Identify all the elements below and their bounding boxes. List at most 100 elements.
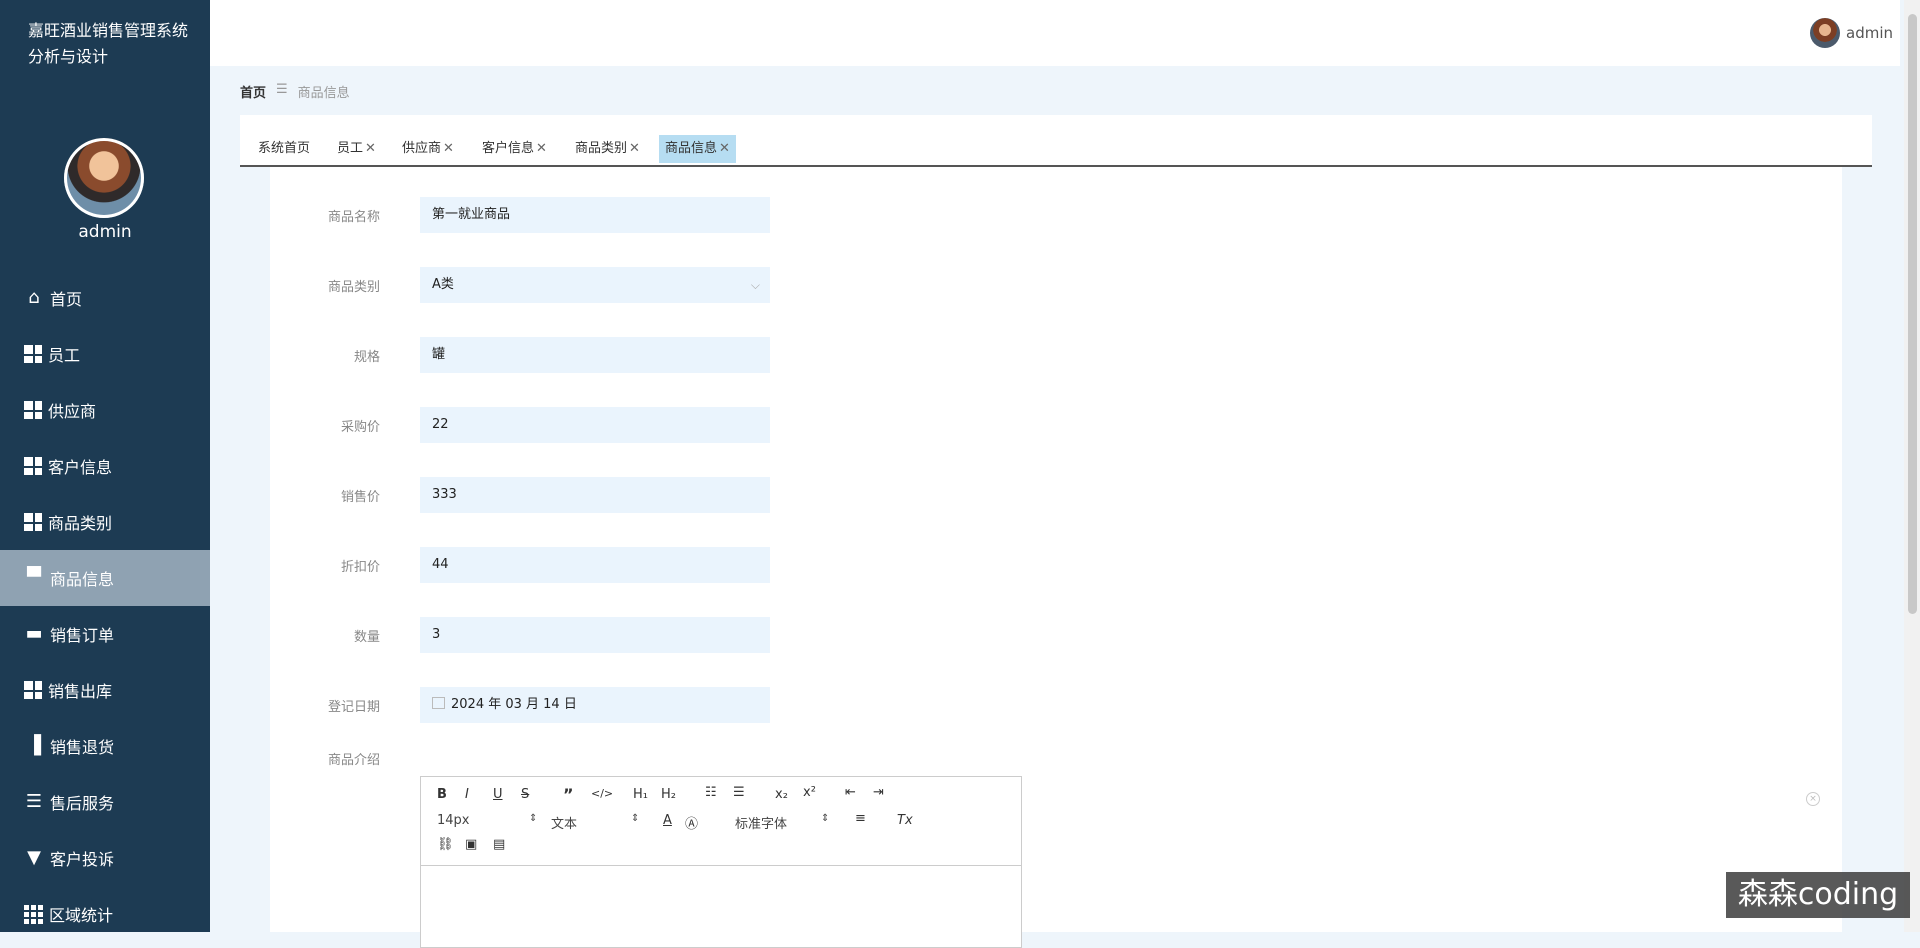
sidebar-item-label: 商品信息 xyxy=(50,570,115,589)
video-icon[interactable]: ▤ xyxy=(493,837,505,852)
quantity-input[interactable]: 3 xyxy=(420,617,770,653)
sidebar-item-label: 商品类别 xyxy=(48,514,113,533)
ordered-list-icon[interactable]: ☷ xyxy=(705,785,717,800)
field-label: 采购价 xyxy=(340,419,380,435)
sidebar-item-outbound[interactable]: 销售出库 xyxy=(0,662,210,718)
font-color-icon[interactable]: A xyxy=(663,813,672,828)
underline-icon[interactable]: U xyxy=(493,787,503,802)
updown-icon: ⇕ xyxy=(821,813,830,824)
breadcrumb-home[interactable]: 首页 xyxy=(240,82,266,101)
sidebar-item-supplier[interactable]: 供应商 xyxy=(0,382,210,438)
category-select[interactable]: A类 ⌵ xyxy=(420,267,770,303)
breadcrumb-separator-icon: ☰ xyxy=(276,82,288,97)
font-size-select[interactable]: 14px ⇕ xyxy=(437,813,537,828)
app-title: 嘉旺酒业销售管理系统分析与设计 xyxy=(28,21,189,66)
text-style-select[interactable]: 文本 ⇕ xyxy=(551,813,641,832)
field-label: 商品类别 xyxy=(327,279,380,295)
tab-label: 客户信息 xyxy=(482,141,535,156)
strike-icon[interactable]: S xyxy=(521,787,529,802)
close-icon[interactable]: ✕ xyxy=(629,141,640,156)
topbar: admin xyxy=(210,0,1900,66)
printer-icon: ▬ xyxy=(25,623,43,644)
sidebar-item-region-stats[interactable]: 区域统计 xyxy=(0,886,210,942)
form-row-sale-price: 销售价 333 xyxy=(270,477,790,513)
sidebar-item-category[interactable]: 商品类别 xyxy=(0,494,210,550)
sidebar-item-complaint[interactable]: ▼ 客户投诉 xyxy=(0,830,210,886)
form-row-purchase-price: 采购价 22 xyxy=(270,407,790,443)
sidebar-item-after-sales[interactable]: ☰ 售后服务 xyxy=(0,774,210,830)
link-icon[interactable]: ⛓ xyxy=(437,837,454,852)
font-family-select[interactable]: 标准字体 ⇕ xyxy=(735,813,835,832)
background-color-icon[interactable]: Ⓐ xyxy=(685,813,698,832)
clear-format-icon[interactable]: Tx xyxy=(897,813,913,828)
name-input[interactable]: 第一就业商品 xyxy=(420,197,770,233)
form-row-spec: 规格 罐 xyxy=(270,337,790,373)
sale-price-input[interactable]: 333 xyxy=(420,477,770,513)
grid-icon xyxy=(24,457,42,475)
field-label: 登记日期 xyxy=(327,699,380,715)
sidebar-item-sales-order[interactable]: ▬ 销售订单 xyxy=(0,606,210,662)
sidebar-item-label: 员工 xyxy=(48,346,81,365)
image-icon[interactable]: ▣ xyxy=(465,837,477,852)
tab-product[interactable]: 商品信息 ✕ xyxy=(659,135,736,163)
sidebar-item-returns[interactable]: ▐ 销售退货 xyxy=(0,718,210,774)
tab-category[interactable]: 商品类别 ✕ xyxy=(569,135,646,163)
purchase-price-input[interactable]: 22 xyxy=(420,407,770,443)
bold-icon[interactable]: B xyxy=(437,787,447,802)
field-label: 商品名称 xyxy=(327,209,380,225)
discount-price-input[interactable]: 44 xyxy=(420,547,770,583)
updown-icon: ⇕ xyxy=(631,813,640,824)
rich-text-editor[interactable]: B I U S ” </> H₁ H₂ ☷ ☰ x₂ x² ⇤ ⇥ 14px ⇕… xyxy=(420,776,1022,948)
heading1-icon[interactable]: H₁ xyxy=(633,787,648,802)
calendar-icon xyxy=(432,697,445,709)
heading2-icon[interactable]: H₂ xyxy=(661,787,676,802)
sidebar-item-label: 客户投诉 xyxy=(50,850,115,869)
avatar[interactable] xyxy=(1810,18,1840,48)
sidebar-item-employee[interactable]: 员工 xyxy=(0,326,210,382)
font-family-value: 标准字体 xyxy=(735,817,788,832)
field-label: 商品介绍 xyxy=(327,753,380,768)
italic-icon[interactable]: I xyxy=(465,787,469,802)
sidebar-item-home[interactable]: ⌂ 首页 xyxy=(0,270,210,326)
form-row-discount-price: 折扣价 44 xyxy=(270,547,790,583)
indent-icon[interactable]: ⇥ xyxy=(873,785,884,800)
sidebar-item-customer[interactable]: 客户信息 xyxy=(0,438,210,494)
tab-supplier[interactable]: 供应商 ✕ xyxy=(396,135,460,163)
date-value: 2024 年 03 月 14 日 xyxy=(451,697,577,712)
spec-input[interactable]: 罐 xyxy=(420,337,770,373)
close-icon[interactable]: ✕ xyxy=(719,141,730,156)
editor-toolbar: B I U S ” </> H₁ H₂ ☷ ☰ x₂ x² ⇤ ⇥ 14px ⇕… xyxy=(421,777,1021,866)
code-icon[interactable]: </> xyxy=(591,787,613,800)
sidebar-avatar xyxy=(64,138,144,218)
category-value: A类 xyxy=(432,277,454,292)
tab-system-home[interactable]: 系统首页 xyxy=(252,135,316,163)
tab-label: 员工 xyxy=(337,141,364,156)
close-icon[interactable]: ✕ xyxy=(365,141,376,156)
bullet-list-icon[interactable]: ☰ xyxy=(733,785,745,800)
sidebar-menu: ⌂ 首页 员工 供应商 客户信息 商品类别 ▀ 商品信息 ▬ 销售订单 销售出库… xyxy=(0,270,210,942)
vertical-scrollbar[interactable] xyxy=(1904,0,1920,932)
align-icon[interactable]: ≡ xyxy=(855,811,866,826)
sidebar-item-label: 客户信息 xyxy=(48,458,113,477)
quote-icon[interactable]: ” xyxy=(563,785,574,804)
superscript-icon[interactable]: x² xyxy=(803,785,816,800)
date-picker[interactable]: 2024 年 03 月 14 日 xyxy=(420,687,770,723)
editor-body[interactable] xyxy=(421,866,1021,946)
sidebar-item-product[interactable]: ▀ 商品信息 xyxy=(0,550,210,606)
grid9-icon xyxy=(24,904,43,924)
tab-customer[interactable]: 客户信息 ✕ xyxy=(476,135,553,163)
close-icon[interactable]: ✕ xyxy=(443,141,454,156)
sidebar-item-label: 首页 xyxy=(50,290,83,309)
clear-icon[interactable]: × xyxy=(1806,792,1820,806)
tab-label: 供应商 xyxy=(402,141,442,156)
subscript-icon[interactable]: x₂ xyxy=(775,787,788,802)
outdent-icon[interactable]: ⇤ xyxy=(845,785,856,800)
scrollbar-thumb[interactable] xyxy=(1908,14,1917,614)
close-icon[interactable]: ✕ xyxy=(536,141,547,156)
field-label: 规格 xyxy=(353,349,380,365)
top-username[interactable]: admin xyxy=(1846,24,1900,42)
text-style-value: 文本 xyxy=(551,817,578,832)
form-row-category: 商品类别 A类 ⌵ xyxy=(270,267,790,303)
tab-employee[interactable]: 员工 ✕ xyxy=(331,135,382,163)
sidebar-username: admin xyxy=(78,222,132,242)
